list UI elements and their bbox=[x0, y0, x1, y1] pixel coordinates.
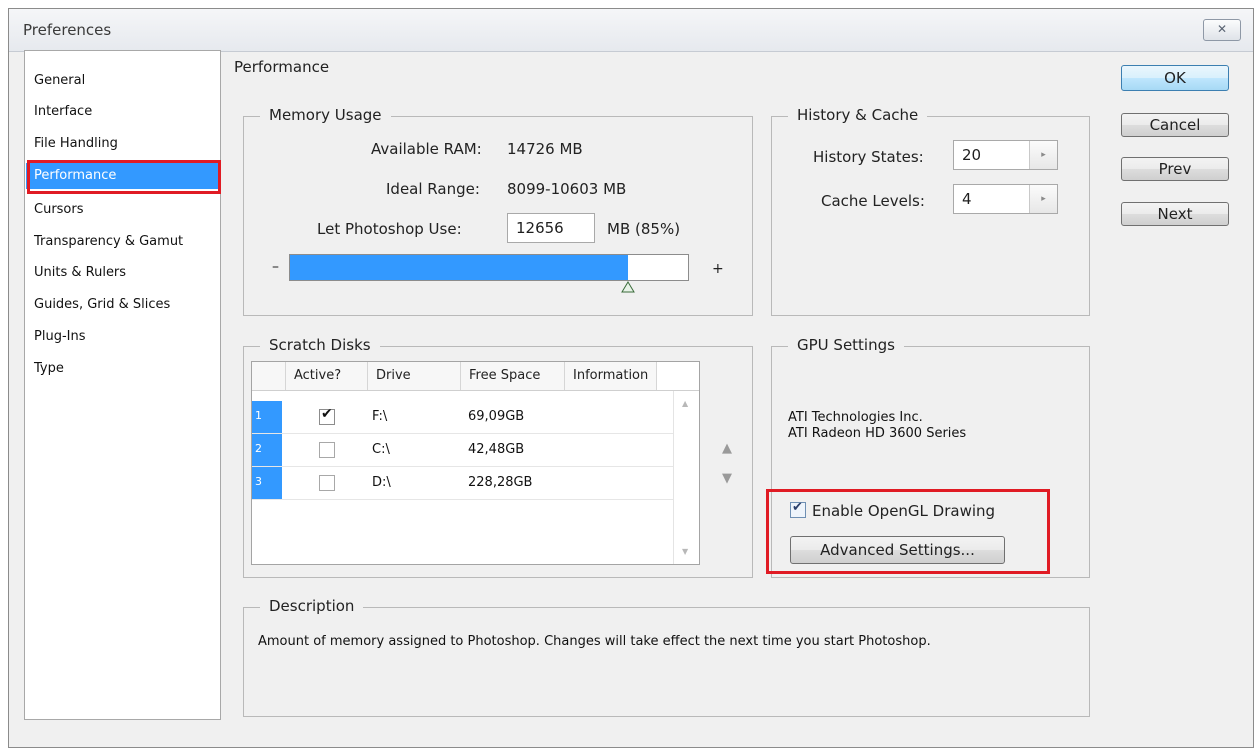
active-checkbox[interactable] bbox=[319, 442, 335, 458]
close-icon: ✕ bbox=[1216, 22, 1228, 36]
description-text: Amount of memory assigned to Photoshop. … bbox=[258, 634, 931, 649]
active-checkbox[interactable]: ✔ bbox=[319, 406, 335, 425]
next-button[interactable]: Next bbox=[1121, 202, 1229, 226]
category-label: Cursors bbox=[34, 202, 84, 217]
category-guides-grid-slices[interactable]: Guides, Grid & Slices bbox=[26, 292, 219, 318]
performance-highlight-box bbox=[27, 160, 221, 194]
gpu-model: ATI Radeon HD 3600 Series bbox=[788, 426, 967, 441]
gpu-settings-legend: GPU Settings bbox=[788, 336, 904, 354]
drive-cell: D:\ bbox=[372, 475, 391, 490]
row-number: 2 bbox=[252, 434, 282, 466]
ideal-range-label: Ideal Range: bbox=[386, 180, 480, 198]
table-header-free-space[interactable]: Free Space bbox=[461, 362, 565, 390]
cache-levels-label: Cache Levels: bbox=[821, 192, 925, 210]
gpu-highlight-box bbox=[766, 489, 1050, 574]
category-label: Units & Rulers bbox=[34, 265, 127, 280]
check-icon: ✔ bbox=[321, 406, 333, 422]
history-states-label: History States: bbox=[813, 148, 924, 166]
table-row[interactable]: 2 C:\ 42,48GB bbox=[252, 434, 674, 467]
category-transparency-gamut[interactable]: Transparency & Gamut bbox=[26, 229, 219, 255]
category-label: Interface bbox=[34, 104, 93, 119]
move-up-icon[interactable]: ▲ bbox=[722, 441, 732, 456]
category-list: General Interface File Handling Performa… bbox=[24, 50, 221, 720]
cache-levels-value: 4 bbox=[962, 190, 972, 208]
prev-button[interactable]: Prev bbox=[1121, 157, 1229, 181]
category-label: Guides, Grid & Slices bbox=[34, 297, 171, 312]
cancel-button[interactable]: Cancel bbox=[1121, 113, 1229, 137]
category-type[interactable]: Type bbox=[26, 356, 219, 382]
free-space-cell: 228,28GB bbox=[468, 475, 533, 490]
table-header-drive[interactable]: Drive bbox=[368, 362, 461, 390]
gpu-vendor: ATI Technologies Inc. bbox=[788, 410, 923, 425]
drive-cell: C:\ bbox=[372, 442, 390, 457]
free-space-cell: 42,48GB bbox=[468, 442, 525, 457]
table-header-active[interactable]: Active? bbox=[286, 362, 368, 390]
table-row[interactable]: 1 ✔ F:\ 69,09GB bbox=[252, 401, 674, 434]
scratch-disks-table: Active? Drive Free Space Information 1 ✔… bbox=[251, 361, 700, 565]
slider-minus-label: – bbox=[272, 259, 279, 275]
table-header-information[interactable]: Information bbox=[565, 362, 657, 390]
available-ram-label: Available RAM: bbox=[371, 140, 482, 158]
category-units-rulers[interactable]: Units & Rulers bbox=[26, 260, 219, 286]
ideal-range-value: 8099-10603 MB bbox=[507, 180, 627, 198]
description-group: Description bbox=[243, 597, 1090, 717]
cache-levels-input[interactable]: 4 ▸ bbox=[953, 184, 1058, 214]
close-button[interactable]: ✕ bbox=[1203, 19, 1241, 41]
table-scrollbar[interactable]: ▲ ▼ bbox=[673, 391, 699, 564]
table-header-index bbox=[252, 362, 286, 390]
available-ram-value: 14726 MB bbox=[507, 140, 583, 158]
memory-slider-track[interactable] bbox=[289, 254, 689, 281]
memory-slider-thumb[interactable] bbox=[621, 281, 636, 293]
cache-levels-spin-button[interactable]: ▸ bbox=[1029, 185, 1057, 213]
scratch-disks-legend: Scratch Disks bbox=[260, 336, 380, 354]
chevron-right-icon: ▸ bbox=[1041, 150, 1046, 160]
memory-usage-legend: Memory Usage bbox=[260, 106, 391, 124]
category-label: Transparency & Gamut bbox=[34, 234, 184, 249]
slider-plus-label: + bbox=[712, 261, 724, 277]
table-row[interactable]: 3 D:\ 228,28GB bbox=[252, 467, 674, 500]
ok-button[interactable]: OK bbox=[1121, 65, 1229, 91]
row-number: 1 bbox=[252, 401, 282, 433]
description-legend: Description bbox=[260, 597, 364, 615]
memory-slider-fill bbox=[290, 255, 629, 280]
table-header-divider bbox=[252, 390, 699, 391]
history-states-value: 20 bbox=[962, 146, 982, 164]
history-cache-legend: History & Cache bbox=[788, 106, 928, 124]
free-space-cell: 69,09GB bbox=[468, 409, 525, 424]
window-title: Preferences bbox=[23, 21, 112, 39]
category-plug-ins[interactable]: Plug-Ins bbox=[26, 324, 219, 350]
row-number: 3 bbox=[252, 467, 282, 499]
move-down-icon[interactable]: ▼ bbox=[722, 471, 732, 486]
scroll-down-icon[interactable]: ▼ bbox=[682, 547, 688, 556]
category-general[interactable]: General bbox=[26, 68, 219, 94]
memory-use-input[interactable]: 12656 bbox=[507, 213, 595, 243]
category-label: Plug-Ins bbox=[34, 329, 86, 344]
chevron-right-icon: ▸ bbox=[1041, 194, 1046, 204]
drive-cell: F:\ bbox=[372, 409, 388, 424]
category-label: General bbox=[34, 73, 86, 88]
category-file-handling[interactable]: File Handling bbox=[26, 131, 219, 157]
memory-usage-group: Memory Usage bbox=[243, 106, 753, 316]
let-photoshop-use-label: Let Photoshop Use: bbox=[317, 220, 462, 238]
active-checkbox[interactable] bbox=[319, 475, 335, 491]
category-interface[interactable]: Interface bbox=[26, 99, 219, 125]
history-states-input[interactable]: 20 ▸ bbox=[953, 140, 1058, 170]
category-cursors[interactable]: Cursors bbox=[26, 197, 219, 223]
scroll-up-icon[interactable]: ▲ bbox=[682, 399, 688, 408]
section-title: Performance bbox=[234, 58, 330, 76]
history-states-spin-button[interactable]: ▸ bbox=[1029, 141, 1057, 169]
category-label: Type bbox=[34, 361, 64, 376]
title-bar: Preferences ✕ bbox=[9, 9, 1253, 52]
category-label: File Handling bbox=[34, 136, 118, 151]
memory-use-suffix: MB (85%) bbox=[607, 220, 681, 238]
